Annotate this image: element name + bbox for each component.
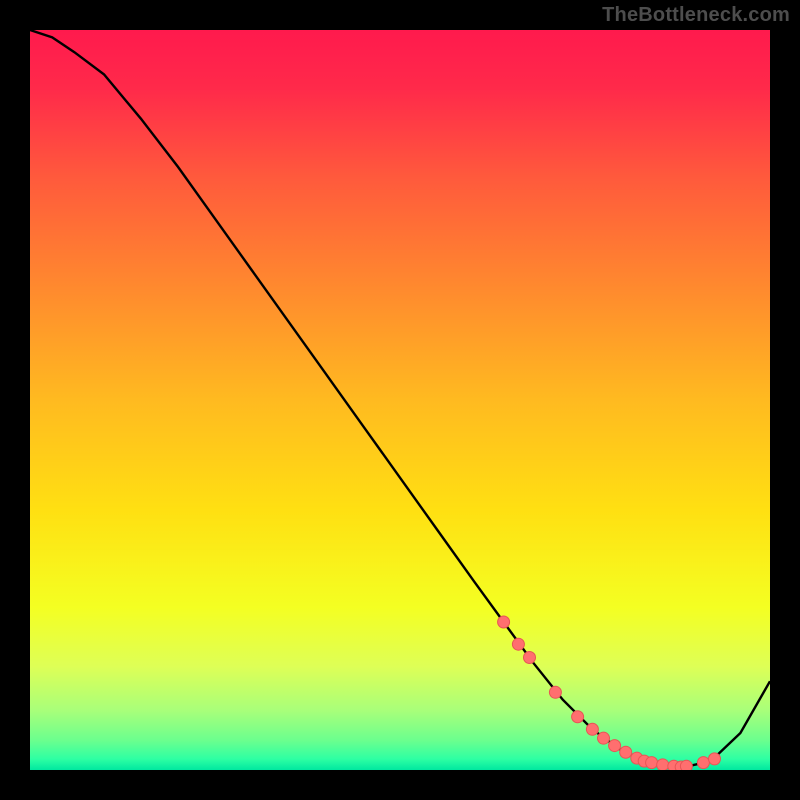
chart-svg xyxy=(30,30,770,770)
watermark-text: TheBottleneck.com xyxy=(602,4,790,27)
plot-area xyxy=(30,30,770,770)
highlight-marker xyxy=(697,757,709,769)
highlight-marker xyxy=(549,686,561,698)
highlight-marker xyxy=(586,723,598,735)
highlight-marker xyxy=(709,753,721,765)
highlight-marker xyxy=(498,616,510,628)
highlight-marker xyxy=(680,760,692,770)
gradient-background xyxy=(30,30,770,770)
chart-frame: TheBottleneck.com xyxy=(0,0,800,800)
highlight-marker xyxy=(524,652,536,664)
highlight-marker xyxy=(572,711,584,723)
highlight-marker xyxy=(657,759,669,770)
highlight-marker xyxy=(646,757,658,769)
highlight-marker xyxy=(609,740,621,752)
highlight-marker xyxy=(512,638,524,650)
highlight-marker xyxy=(598,732,610,744)
highlight-marker xyxy=(620,746,632,758)
